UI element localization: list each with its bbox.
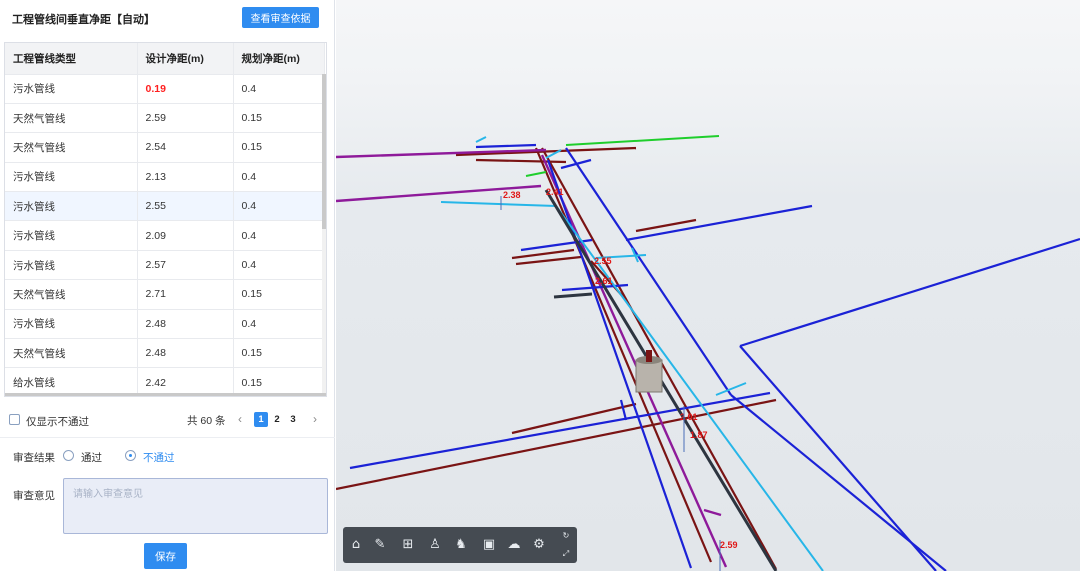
page-2[interactable]: 2	[270, 412, 284, 427]
panel-header: 工程管线间垂直净距【自动】 查看审查依据	[0, 0, 335, 36]
table-row[interactable]: 污水管线 0.19 0.4	[5, 74, 325, 104]
cell-design-clearance: 2.55	[137, 191, 234, 222]
cell-plan-clearance: 0.15	[233, 338, 325, 369]
table-row[interactable]: 污水管线 2.55 0.4	[5, 191, 325, 222]
cell-plan-clearance: 0.4	[233, 250, 325, 281]
person-icon[interactable]: ♙	[427, 537, 443, 553]
table-row[interactable]: 天然气管线 2.54 0.15	[5, 132, 325, 163]
page-1[interactable]: 1	[254, 412, 268, 427]
review-opinion-input[interactable]	[63, 478, 328, 534]
cell-plan-clearance: 0.4	[233, 220, 325, 251]
page-3[interactable]: 3	[286, 412, 300, 427]
cell-pipe-type: 污水管线	[5, 309, 138, 340]
cell-design-clearance: 2.54	[137, 132, 234, 163]
cell-pipe-type: 天然气管线	[5, 103, 138, 134]
dimension-label: 2.55	[594, 256, 612, 266]
cell-plan-clearance: 0.4	[233, 162, 325, 193]
column-header-type[interactable]: 工程管线类型	[5, 43, 138, 75]
walk-icon[interactable]: ♞	[453, 537, 469, 553]
settings-icon[interactable]: ⚙	[531, 537, 547, 553]
cell-design-clearance: 2.59	[137, 103, 234, 134]
radio-fail-label[interactable]: 不通过	[143, 450, 175, 465]
radio-fail[interactable]	[125, 450, 136, 461]
dimension-label: 2.59	[720, 540, 738, 550]
review-result-row: 审查结果 通过 不通过	[0, 444, 335, 468]
radio-pass[interactable]	[63, 450, 74, 461]
table-row[interactable]: 污水管线 2.09 0.4	[5, 220, 325, 251]
measure-icon[interactable]: ✎	[372, 537, 388, 553]
viewer-toolbar: ⌂ ✎ ⊞ ♙ ♞ ▣ ☁ ⚙ ↻ ⤢	[343, 527, 577, 563]
filter-pagination-row: 仅显示不通过 共 60 条 ‹ 1 2 3 ›	[0, 402, 335, 438]
cell-plan-clearance: 0.15	[233, 279, 325, 310]
table-row[interactable]: 天然气管线 2.48 0.15	[5, 338, 325, 369]
dimension-label: 2.38	[503, 190, 521, 200]
weather-icon[interactable]: ☁	[506, 537, 522, 553]
3d-viewport[interactable]: 2.38 2.41 2.55 2.61 2.01 1.87 2.59 ⌂ ✎ ⊞…	[336, 0, 1080, 571]
dimension-label: 2.61	[595, 276, 613, 286]
cell-design-clearance: 2.71	[137, 279, 234, 310]
cell-design-clearance: 2.57	[137, 250, 234, 281]
home-icon[interactable]: ⌂	[348, 537, 364, 553]
cell-pipe-type: 天然气管线	[5, 132, 138, 163]
table-row[interactable]: 天然气管线 2.71 0.15	[5, 279, 325, 310]
cell-design-clearance: 2.48	[137, 338, 234, 369]
cell-pipe-type: 污水管线	[5, 162, 138, 193]
total-count: 共 60 条	[187, 415, 226, 427]
fullscreen-icon[interactable]: ⤢	[561, 549, 571, 559]
panel-title: 工程管线间垂直净距【自动】	[12, 14, 155, 26]
cell-plan-clearance: 0.15	[233, 103, 325, 134]
table-row[interactable]: 污水管线 2.13 0.4	[5, 162, 325, 193]
save-button[interactable]: 保存	[144, 543, 187, 569]
dimension-label: 2.41	[546, 187, 564, 197]
dimension-lines	[500, 196, 721, 571]
review-opinion-label: 审查意见	[13, 490, 55, 502]
column-header-design[interactable]: 设计净距(m)	[137, 43, 234, 75]
cell-design-clearance: 2.13	[137, 162, 234, 193]
cell-plan-clearance: 0.4	[233, 74, 325, 104]
refresh-icon[interactable]: ↻	[561, 531, 571, 541]
radio-pass-label[interactable]: 通过	[81, 450, 102, 465]
dimension-label: 2.01	[680, 412, 698, 422]
next-page-icon[interactable]: ›	[308, 411, 322, 427]
table-header-row: 工程管线类型 设计净距(m) 规划净距(m)	[5, 43, 325, 75]
table-row[interactable]: 天然气管线 2.59 0.15	[5, 103, 325, 134]
table-row[interactable]: 污水管线 2.57 0.4	[5, 250, 325, 281]
view-basis-button[interactable]: 查看审查依据	[242, 7, 319, 28]
water-pipes	[349, 143, 1080, 571]
table-horizontal-scrollbar[interactable]	[5, 393, 326, 396]
cell-design-clearance: 2.48	[137, 309, 234, 340]
pipeline-scene[interactable]: 2.38 2.41 2.55 2.61 2.01 1.87 2.59	[336, 0, 1080, 571]
cell-pipe-type: 污水管线	[5, 191, 138, 222]
table-row[interactable]: 污水管线 2.48 0.4	[5, 309, 325, 340]
cell-pipe-type: 污水管线	[5, 250, 138, 281]
review-result-label: 审查结果	[13, 452, 55, 464]
only-failed-label[interactable]: 仅显示不通过	[26, 414, 89, 429]
cell-pipe-type: 天然气管线	[5, 279, 138, 310]
table-scrollbar[interactable]	[322, 74, 326, 396]
cell-pipe-type: 天然气管线	[5, 338, 138, 369]
sewage-pipes	[336, 146, 777, 570]
review-panel: 工程管线间垂直净距【自动】 查看审查依据 工程管线类型 设计净距(m) 规划净距…	[0, 0, 335, 571]
dimension-label: 1.87	[690, 430, 708, 440]
cell-plan-clearance: 0.4	[233, 191, 325, 222]
prev-page-icon[interactable]: ‹	[233, 411, 247, 427]
layer-icon[interactable]: ▣	[481, 537, 497, 553]
section-icon[interactable]: ⊞	[400, 537, 416, 553]
cell-design-clearance: 0.19	[137, 74, 234, 104]
cell-plan-clearance: 0.15	[233, 132, 325, 163]
table-scrollbar-thumb[interactable]	[322, 74, 326, 229]
clearance-table: 工程管线类型 设计净距(m) 规划净距(m) 污水管线 0.19 0.4 天然气管线 2…	[4, 42, 327, 397]
cell-plan-clearance: 0.4	[233, 309, 325, 340]
cell-design-clearance: 2.09	[137, 220, 234, 251]
cell-pipe-type: 污水管线	[5, 220, 138, 251]
cell-pipe-type: 污水管线	[5, 74, 138, 104]
only-failed-checkbox[interactable]	[9, 414, 20, 425]
column-header-plan[interactable]: 规划净距(m)	[233, 43, 325, 75]
